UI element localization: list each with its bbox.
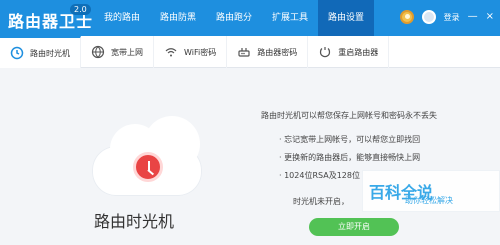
user-avatar-icon[interactable] <box>421 10 436 24</box>
info-bullet: · 忘记宽带上网帐号，可以帮您立即找回 <box>279 135 421 144</box>
restart-icon <box>318 45 332 59</box>
nav-my-router[interactable]: 我的路由 <box>94 0 150 36</box>
time-machine-illustration <box>92 116 202 196</box>
nav-router-protection[interactable]: 路由防黑 <box>150 0 206 36</box>
tab-label: 宽带上网 <box>111 47 143 57</box>
top-right-controls: 登录 — × <box>399 3 494 31</box>
tab-label: 路由时光机 <box>30 48 70 58</box>
router-icon <box>237 45 251 59</box>
clock-icon <box>133 152 163 182</box>
login-link[interactable]: 登录 <box>444 12 460 23</box>
settings-content <box>0 68 500 245</box>
tab-label: WiFi密码 <box>184 47 217 57</box>
section-title: 路由时光机 <box>94 212 175 231</box>
settings-tabs: 路由时光机 宽带上网 WiFi密码 路由器密码 重启路由器 <box>0 36 500 68</box>
tab-router-password[interactable]: 路由器密码 <box>227 36 309 68</box>
nav-router-speed[interactable]: 路由跑分 <box>206 0 262 36</box>
minimize-icon[interactable]: — <box>468 12 478 22</box>
nav-extensions[interactable]: 扩展工具 <box>262 0 318 36</box>
clock-icon <box>10 46 24 60</box>
nav-router-settings[interactable]: 路由设置 <box>318 0 374 36</box>
tab-restart-router[interactable]: 重启路由器 <box>308 36 390 68</box>
tab-label: 重启路由器 <box>338 47 379 57</box>
app-window: 路由器卫士 2.0 我的路由 路由防黑 路由跑分 扩展工具 路由设置 登录 — … <box>0 0 500 245</box>
globe-icon <box>91 45 105 59</box>
info-headline: 路由时光机可以帮您保存上网帐号和密码永不丢失 <box>261 111 437 120</box>
top-navigation-bar: 路由器卫士 2.0 我的路由 路由防黑 路由跑分 扩展工具 路由设置 登录 — … <box>0 0 500 36</box>
medal-icon[interactable] <box>399 10 414 24</box>
tab-router-time-machine[interactable]: 路由时光机 <box>0 36 81 68</box>
enable-now-button[interactable]: 立即开启 <box>309 218 399 236</box>
watermark: 百科全说 助你轻松解决 <box>362 170 500 212</box>
tab-wifi-password[interactable]: WiFi密码 <box>154 36 228 68</box>
tab-label: 路由器密码 <box>257 47 298 57</box>
info-bullet: · 更换新的路由器后，能够直接畅快上网 <box>279 153 421 162</box>
version-badge: 2.0 <box>70 4 91 15</box>
wifi-icon <box>164 45 178 59</box>
info-bullet: · 1024位RSA及128位 <box>279 171 360 180</box>
close-icon[interactable]: × <box>486 12 494 22</box>
main-nav: 我的路由 路由防黑 路由跑分 扩展工具 路由设置 <box>94 0 374 36</box>
status-note: 时光机未开启， <box>293 197 349 206</box>
watermark-subtitle: 助你轻松解决 <box>405 196 453 205</box>
tab-broadband-internet[interactable]: 宽带上网 <box>81 36 154 68</box>
